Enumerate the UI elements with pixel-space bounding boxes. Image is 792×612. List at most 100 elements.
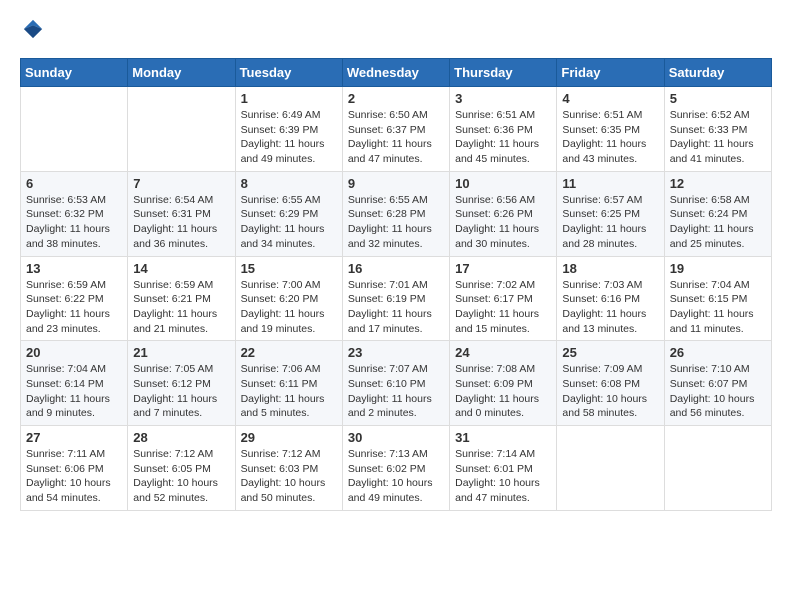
- calendar-cell: 7 Sunrise: 6:54 AM Sunset: 6:31 PM Daylig…: [128, 171, 235, 256]
- calendar-cell: 25 Sunrise: 7:09 AM Sunset: 6:08 PM Dayli…: [557, 341, 664, 426]
- calendar-cell: 13Sunrise: 6:59 AM Sunset: 6:22 PM Dayli…: [21, 256, 128, 341]
- day-number: 27: [26, 430, 122, 445]
- day-info: Sunrise: 6:50 AM Sunset: 6:37 PM Dayligh…: [348, 108, 444, 167]
- calendar-table: SundayMondayTuesdayWednesdayThursdayFrid…: [20, 58, 772, 511]
- day-info: Sunrise: 7:09 AM Sunset: 6:08 PM Dayligh…: [562, 362, 658, 421]
- day-info: Sunrise: 7:02 AM Sunset: 6:17 PM Dayligh…: [455, 278, 551, 337]
- day-info: Sunrise: 7:04 AM Sunset: 6:15 PM Dayligh…: [670, 278, 766, 337]
- day-number: 17: [455, 261, 551, 276]
- day-number: 2: [348, 91, 444, 106]
- day-of-week-saturday: Saturday: [664, 59, 771, 87]
- calendar-cell: 20 Sunrise: 7:04 AM Sunset: 6:14 PM Dayli…: [21, 341, 128, 426]
- calendar-cell: 18Sunrise: 7:03 AM Sunset: 6:16 PM Dayli…: [557, 256, 664, 341]
- day-number: 6: [26, 176, 122, 191]
- calendar-cell: 1Sunrise: 6:49 AM Sunset: 6:39 PM Daylig…: [235, 87, 342, 172]
- calendar-cell: 3 Sunrise: 6:51 AM Sunset: 6:36 PM Daylig…: [450, 87, 557, 172]
- day-number: 11: [562, 176, 658, 191]
- day-number: 26: [670, 345, 766, 360]
- calendar-cell: 26 Sunrise: 7:10 AM Sunset: 6:07 PM Dayli…: [664, 341, 771, 426]
- day-info: Sunrise: 7:14 AM Sunset: 6:01 PM Dayligh…: [455, 447, 551, 506]
- day-info: Sunrise: 6:51 AM Sunset: 6:36 PM Dayligh…: [455, 108, 551, 167]
- calendar-week-row: 27 Sunrise: 7:11 AM Sunset: 6:06 PM Dayli…: [21, 426, 772, 511]
- calendar-cell: 6 Sunrise: 6:53 AM Sunset: 6:32 PM Daylig…: [21, 171, 128, 256]
- day-number: 16: [348, 261, 444, 276]
- day-info: Sunrise: 7:03 AM Sunset: 6:16 PM Dayligh…: [562, 278, 658, 337]
- calendar-week-row: 13Sunrise: 6:59 AM Sunset: 6:22 PM Dayli…: [21, 256, 772, 341]
- calendar-cell: 17 Sunrise: 7:02 AM Sunset: 6:17 PM Dayli…: [450, 256, 557, 341]
- calendar-cell: [664, 426, 771, 511]
- day-info: Sunrise: 7:01 AM Sunset: 6:19 PM Dayligh…: [348, 278, 444, 337]
- day-of-week-sunday: Sunday: [21, 59, 128, 87]
- day-number: 28: [133, 430, 229, 445]
- calendar-cell: 31 Sunrise: 7:14 AM Sunset: 6:01 PM Dayli…: [450, 426, 557, 511]
- day-number: 1: [241, 91, 337, 106]
- calendar-cell: 9 Sunrise: 6:55 AM Sunset: 6:28 PM Daylig…: [342, 171, 449, 256]
- day-info: Sunrise: 7:11 AM Sunset: 6:06 PM Dayligh…: [26, 447, 122, 506]
- day-info: Sunrise: 6:55 AM Sunset: 6:29 PM Dayligh…: [241, 193, 337, 252]
- calendar-cell: 22Sunrise: 7:06 AM Sunset: 6:11 PM Dayli…: [235, 341, 342, 426]
- day-info: Sunrise: 7:12 AM Sunset: 6:05 PM Dayligh…: [133, 447, 229, 506]
- day-number: 14: [133, 261, 229, 276]
- day-of-week-friday: Friday: [557, 59, 664, 87]
- calendar-cell: 29 Sunrise: 7:12 AM Sunset: 6:03 PM Dayli…: [235, 426, 342, 511]
- day-info: Sunrise: 7:08 AM Sunset: 6:09 PM Dayligh…: [455, 362, 551, 421]
- day-number: 3: [455, 91, 551, 106]
- calendar-cell: 24 Sunrise: 7:08 AM Sunset: 6:09 PM Dayli…: [450, 341, 557, 426]
- day-number: 10: [455, 176, 551, 191]
- day-number: 30: [348, 430, 444, 445]
- calendar-cell: [557, 426, 664, 511]
- calendar-cell: 19 Sunrise: 7:04 AM Sunset: 6:15 PM Dayli…: [664, 256, 771, 341]
- day-info: Sunrise: 7:12 AM Sunset: 6:03 PM Dayligh…: [241, 447, 337, 506]
- day-info: Sunrise: 6:55 AM Sunset: 6:28 PM Dayligh…: [348, 193, 444, 252]
- day-number: 7: [133, 176, 229, 191]
- day-number: 23: [348, 345, 444, 360]
- day-of-week-monday: Monday: [128, 59, 235, 87]
- calendar-cell: 16 Sunrise: 7:01 AM Sunset: 6:19 PM Dayli…: [342, 256, 449, 341]
- day-of-week-tuesday: Tuesday: [235, 59, 342, 87]
- calendar-cell: 2 Sunrise: 6:50 AM Sunset: 6:37 PM Daylig…: [342, 87, 449, 172]
- day-number: 4: [562, 91, 658, 106]
- calendar-header-row: SundayMondayTuesdayWednesdayThursdayFrid…: [21, 59, 772, 87]
- day-info: Sunrise: 6:53 AM Sunset: 6:32 PM Dayligh…: [26, 193, 122, 252]
- calendar-cell: 14Sunrise: 6:59 AM Sunset: 6:21 PM Dayli…: [128, 256, 235, 341]
- day-number: 21: [133, 345, 229, 360]
- logo-icon: [22, 18, 44, 40]
- day-of-week-thursday: Thursday: [450, 59, 557, 87]
- day-number: 19: [670, 261, 766, 276]
- calendar-cell: 21 Sunrise: 7:05 AM Sunset: 6:12 PM Dayli…: [128, 341, 235, 426]
- day-info: Sunrise: 6:56 AM Sunset: 6:26 PM Dayligh…: [455, 193, 551, 252]
- day-number: 24: [455, 345, 551, 360]
- day-info: Sunrise: 6:57 AM Sunset: 6:25 PM Dayligh…: [562, 193, 658, 252]
- day-info: Sunrise: 7:07 AM Sunset: 6:10 PM Dayligh…: [348, 362, 444, 421]
- calendar-cell: [21, 87, 128, 172]
- day-info: Sunrise: 7:10 AM Sunset: 6:07 PM Dayligh…: [670, 362, 766, 421]
- calendar-cell: 12 Sunrise: 6:58 AM Sunset: 6:24 PM Dayli…: [664, 171, 771, 256]
- calendar-cell: 11 Sunrise: 6:57 AM Sunset: 6:25 PM Dayli…: [557, 171, 664, 256]
- day-number: 8: [241, 176, 337, 191]
- day-info: Sunrise: 7:00 AM Sunset: 6:20 PM Dayligh…: [241, 278, 337, 337]
- calendar-week-row: 1Sunrise: 6:49 AM Sunset: 6:39 PM Daylig…: [21, 87, 772, 172]
- calendar-cell: 5Sunrise: 6:52 AM Sunset: 6:33 PM Daylig…: [664, 87, 771, 172]
- day-info: Sunrise: 6:51 AM Sunset: 6:35 PM Dayligh…: [562, 108, 658, 167]
- day-info: Sunrise: 6:59 AM Sunset: 6:22 PM Dayligh…: [26, 278, 122, 337]
- calendar-cell: 10 Sunrise: 6:56 AM Sunset: 6:26 PM Dayli…: [450, 171, 557, 256]
- page-header: [20, 20, 772, 42]
- day-info: Sunrise: 7:04 AM Sunset: 6:14 PM Dayligh…: [26, 362, 122, 421]
- calendar-week-row: 6 Sunrise: 6:53 AM Sunset: 6:32 PM Daylig…: [21, 171, 772, 256]
- day-info: Sunrise: 7:05 AM Sunset: 6:12 PM Dayligh…: [133, 362, 229, 421]
- logo: [20, 20, 44, 42]
- day-info: Sunrise: 6:58 AM Sunset: 6:24 PM Dayligh…: [670, 193, 766, 252]
- day-number: 20: [26, 345, 122, 360]
- day-number: 29: [241, 430, 337, 445]
- day-number: 25: [562, 345, 658, 360]
- day-number: 12: [670, 176, 766, 191]
- calendar-cell: 27 Sunrise: 7:11 AM Sunset: 6:06 PM Dayli…: [21, 426, 128, 511]
- day-number: 9: [348, 176, 444, 191]
- day-number: 31: [455, 430, 551, 445]
- calendar-cell: 28 Sunrise: 7:12 AM Sunset: 6:05 PM Dayli…: [128, 426, 235, 511]
- day-number: 5: [670, 91, 766, 106]
- calendar-cell: 15Sunrise: 7:00 AM Sunset: 6:20 PM Dayli…: [235, 256, 342, 341]
- day-info: Sunrise: 6:54 AM Sunset: 6:31 PM Dayligh…: [133, 193, 229, 252]
- day-number: 22: [241, 345, 337, 360]
- day-info: Sunrise: 7:13 AM Sunset: 6:02 PM Dayligh…: [348, 447, 444, 506]
